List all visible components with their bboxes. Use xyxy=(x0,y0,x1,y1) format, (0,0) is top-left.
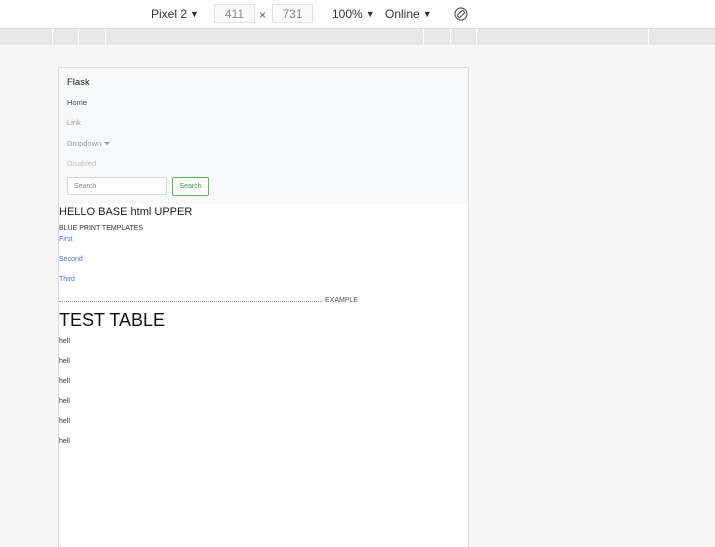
blueprint-link-second[interactable]: Second xyxy=(59,256,83,263)
media-query-divider xyxy=(476,29,477,45)
table-row: hell xyxy=(59,418,70,425)
device-select[interactable]: Pixel 2 ▼ xyxy=(151,0,199,28)
page-heading: HELLO BASE html UPPER xyxy=(59,206,193,218)
device-select-label: Pixel 2 xyxy=(151,7,188,21)
test-table-title: TEST TABLE xyxy=(59,310,166,330)
device-toolbar: Pixel 2 ▼ 411 × 731 100% ▼ Online ▼ xyxy=(0,0,715,29)
search-input[interactable] xyxy=(67,177,167,195)
nav-link-disabled: Disabled xyxy=(67,159,97,168)
height-input[interactable]: 731 xyxy=(272,4,313,23)
zoom-dropdown-icon: ▼ xyxy=(365,9,375,19)
media-query-divider xyxy=(648,29,649,45)
media-query-divider xyxy=(450,29,451,45)
navbar-brand[interactable]: Flask xyxy=(67,77,90,88)
network-select[interactable]: Online ▼ xyxy=(385,0,432,28)
table-row: hell xyxy=(59,358,70,365)
blueprint-title: BLUE PRINT TEMPLATES xyxy=(59,225,144,232)
example-divider: EXAMPLE xyxy=(59,297,359,307)
device-viewport: Flask Home Link Dropdown Disabled Search… xyxy=(58,67,469,547)
network-select-label: Online xyxy=(385,7,420,21)
nav-link-home[interactable]: Home xyxy=(67,98,87,107)
caret-down-icon xyxy=(104,142,111,145)
search-button[interactable]: Search xyxy=(172,177,209,196)
media-query-divider xyxy=(105,29,106,45)
device-dropdown-icon: ▼ xyxy=(190,9,199,19)
table-row: hell xyxy=(59,398,70,405)
width-input[interactable]: 411 xyxy=(214,4,255,23)
media-query-divider xyxy=(52,29,53,45)
nav-link-link[interactable]: Link xyxy=(67,118,81,127)
table-row: hell xyxy=(59,438,70,445)
media-query-divider xyxy=(78,29,79,45)
nav-dropdown-toggle[interactable]: Dropdown xyxy=(67,139,111,148)
table-row: hell xyxy=(59,338,70,345)
media-query-bar[interactable] xyxy=(0,29,715,45)
navbar: Flask Home Link Dropdown Disabled Search xyxy=(59,68,468,204)
dimension-separator: × xyxy=(259,8,267,22)
table-row: hell xyxy=(59,378,70,385)
example-label: EXAMPLE xyxy=(325,297,359,304)
blueprint-link-first[interactable]: First xyxy=(59,236,73,243)
network-dropdown-icon: ▼ xyxy=(422,9,432,19)
dotted-line xyxy=(59,301,323,302)
nav-dropdown-label: Dropdown xyxy=(67,139,102,148)
zoom-select-label: 100% xyxy=(332,7,363,21)
media-query-divider xyxy=(423,29,424,45)
blueprint-link-third[interactable]: Third xyxy=(59,276,75,283)
rotate-icon[interactable] xyxy=(454,7,468,21)
zoom-select[interactable]: 100% ▼ xyxy=(332,0,375,28)
